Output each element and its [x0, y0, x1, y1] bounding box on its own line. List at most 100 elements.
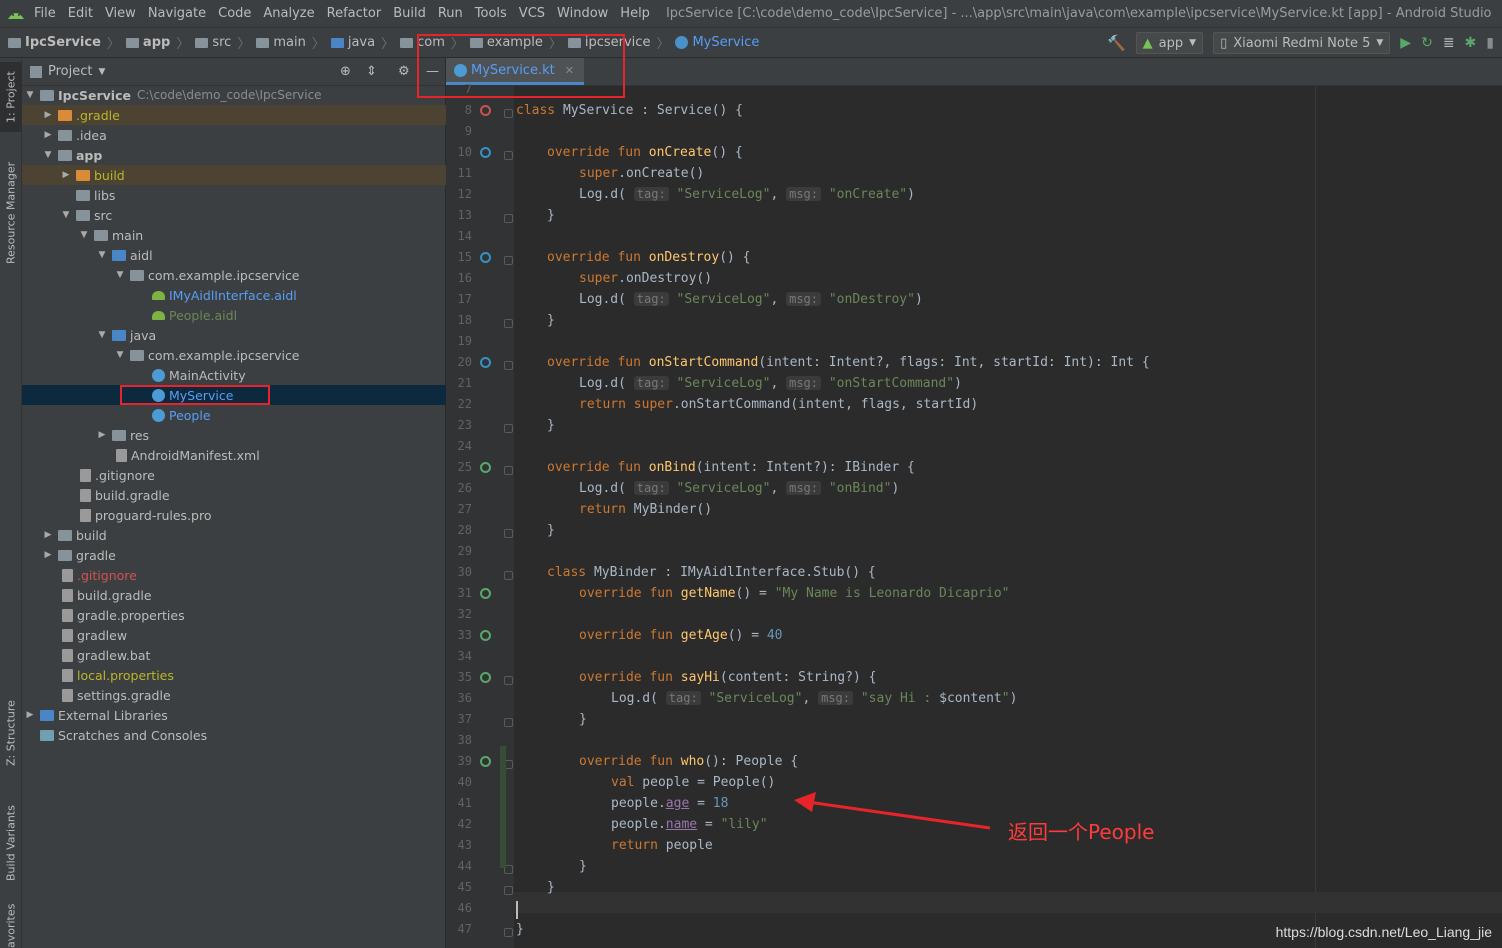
tree-item-settings-gradle[interactable]: settings.gradle — [22, 685, 446, 705]
fold-icon[interactable] — [504, 214, 513, 223]
chevron-down-icon[interactable]: ▼ — [24, 90, 36, 100]
crosshair-icon[interactable]: ⊕ — [340, 64, 351, 79]
chevron-down-icon[interactable]: ▼ — [96, 250, 108, 260]
fold-icon[interactable] — [504, 886, 513, 895]
tree-item-app-build[interactable]: ▶ build — [22, 165, 446, 185]
breadcrumb-java[interactable]: java 〉 — [330, 33, 394, 52]
fold-icon[interactable] — [504, 109, 513, 118]
menu-refactor[interactable]: Refactor — [327, 6, 382, 21]
chevron-right-icon[interactable]: ▶ — [42, 130, 54, 140]
tree-item-java[interactable]: ▼ java — [22, 325, 446, 345]
tree-item-root-build-gradle[interactable]: build.gradle — [22, 585, 446, 605]
breadcrumb-src[interactable]: src 〉 — [195, 33, 250, 52]
tree-item-mainactivity[interactable]: MainActivity — [22, 365, 446, 385]
override-gutter-icon[interactable] — [480, 147, 491, 158]
menu-window[interactable]: Window — [557, 6, 608, 21]
favorites-tool-tab[interactable]: avorites — [0, 903, 22, 948]
chevron-down-icon[interactable]: ▼ — [96, 330, 108, 340]
stop-icon[interactable]: ▮ — [1486, 35, 1494, 51]
tree-item-gradle-properties[interactable]: gradle.properties — [22, 605, 446, 625]
hammer-icon[interactable]: 🔨 — [1107, 34, 1126, 52]
menu-edit[interactable]: Edit — [68, 6, 93, 21]
tree-item-root-build[interactable]: ▶ build — [22, 525, 446, 545]
resource-manager-tool-tab[interactable]: Resource Manager — [0, 148, 22, 278]
chevron-right-icon[interactable]: ▶ — [60, 170, 72, 180]
tree-item-gradlew[interactable]: gradlew — [22, 625, 446, 645]
menu-file[interactable]: File — [34, 6, 56, 21]
tree-item-gradle-dir[interactable]: ▶ .gradle — [22, 105, 446, 125]
tree-item-gradlew-bat[interactable]: gradlew.bat — [22, 645, 446, 665]
chevron-right-icon[interactable]: ▶ — [42, 530, 54, 540]
tree-item-main[interactable]: ▼ main — [22, 225, 446, 245]
structure-tool-tab[interactable]: Z: Structure — [0, 688, 22, 778]
chevron-right-icon[interactable]: ▶ — [42, 550, 54, 560]
fold-icon[interactable] — [504, 151, 513, 160]
chevron-right-icon[interactable]: ▶ — [24, 710, 36, 720]
implement-gutter-icon[interactable] — [480, 672, 491, 683]
run-config-select[interactable]: ▲ app ▼ — [1135, 32, 1204, 54]
debug-icon[interactable]: ✱ — [1465, 35, 1477, 51]
chevron-down-icon[interactable]: ▼ — [60, 210, 72, 220]
breadcrumb-project[interactable]: IpcService 〉 — [8, 33, 120, 52]
menu-run[interactable]: Run — [438, 6, 463, 21]
menu-build[interactable]: Build — [393, 6, 426, 21]
build-variants-tool-tab[interactable]: Build Variants — [0, 793, 22, 893]
tree-item-scratches[interactable]: Scratches and Consoles — [22, 725, 446, 745]
fold-icon[interactable] — [504, 361, 513, 370]
fold-icon[interactable] — [504, 529, 513, 538]
chevron-down-icon[interactable]: ▼ — [98, 67, 105, 77]
fold-icon[interactable] — [504, 424, 513, 433]
breadcrumb-myservice[interactable]: MyService — [675, 35, 759, 50]
chevron-down-icon[interactable]: ▼ — [42, 150, 54, 160]
chevron-down-icon[interactable]: ▼ — [114, 270, 126, 280]
device-select[interactable]: ▯ Xiaomi Redmi Note 5 ▼ — [1213, 32, 1391, 54]
fold-icon[interactable] — [504, 466, 513, 475]
tree-item-java-package[interactable]: ▼ com.example.ipcservice — [22, 345, 446, 365]
implement-gutter-icon[interactable] — [480, 756, 491, 767]
implement-gutter-icon[interactable] — [480, 630, 491, 641]
tree-item-src[interactable]: ▼ src — [22, 205, 446, 225]
menu-navigate[interactable]: Navigate — [148, 6, 206, 21]
tree-item-libs[interactable]: libs — [22, 185, 446, 205]
run-icon[interactable]: ▶ — [1400, 35, 1411, 51]
fold-icon[interactable] — [504, 676, 513, 685]
menu-view[interactable]: View — [105, 6, 136, 21]
chevron-down-icon[interactable]: ▼ — [114, 350, 126, 360]
menu-help[interactable]: Help — [620, 6, 650, 21]
apply-changes-icon[interactable]: ↻ — [1421, 35, 1433, 51]
fold-icon[interactable] — [504, 571, 513, 580]
logcat-icon[interactable]: ≣ — [1443, 35, 1455, 51]
chevron-right-icon[interactable]: ▶ — [42, 110, 54, 120]
tree-item-external-libraries[interactable]: ▶ External Libraries — [22, 705, 446, 725]
fold-icon[interactable] — [504, 256, 513, 265]
fold-icon[interactable] — [504, 718, 513, 727]
tree-item-res[interactable]: ▶ res — [22, 425, 446, 445]
tree-item-app-build-gradle[interactable]: build.gradle — [22, 485, 446, 505]
tree-item-app[interactable]: ▼ app — [22, 145, 446, 165]
project-view-select[interactable]: Project — [48, 64, 92, 79]
project-tool-tab[interactable]: 1: Project — [0, 62, 22, 132]
override-gutter-icon[interactable] — [480, 252, 491, 263]
tree-item-imyaidlinterface[interactable]: IMyAidlInterface.aidl — [22, 285, 446, 305]
breadcrumb-main[interactable]: main 〉 — [256, 33, 325, 52]
chevron-down-icon[interactable]: ▼ — [78, 230, 90, 240]
tree-item-idea-dir[interactable]: ▶ .idea — [22, 125, 446, 145]
menu-analyze[interactable]: Analyze — [263, 6, 314, 21]
tree-item-gradle[interactable]: ▶ gradle — [22, 545, 446, 565]
implement-gutter-icon[interactable] — [480, 588, 491, 599]
fold-icon[interactable] — [504, 928, 513, 937]
tree-item-root-gitignore[interactable]: .gitignore — [22, 565, 446, 585]
gear-icon[interactable]: ⚙ — [398, 64, 410, 79]
chevron-right-icon[interactable]: ▶ — [96, 430, 108, 440]
tree-item-app-gitignore[interactable]: .gitignore — [22, 465, 446, 485]
tree-item-people-aidl[interactable]: People.aidl — [22, 305, 446, 325]
tree-item-aidl-package[interactable]: ▼ com.example.ipcservice — [22, 265, 446, 285]
run-gutter-icon[interactable] — [480, 105, 491, 116]
tree-item-proguard[interactable]: proguard-rules.pro — [22, 505, 446, 525]
override-gutter-icon[interactable] — [480, 462, 491, 473]
tree-item-aidl[interactable]: ▼ aidl — [22, 245, 446, 265]
menu-code[interactable]: Code — [218, 6, 251, 21]
tree-item-local-properties[interactable]: local.properties — [22, 665, 446, 685]
fold-icon[interactable] — [504, 319, 513, 328]
menu-vcs[interactable]: VCS — [519, 6, 545, 21]
